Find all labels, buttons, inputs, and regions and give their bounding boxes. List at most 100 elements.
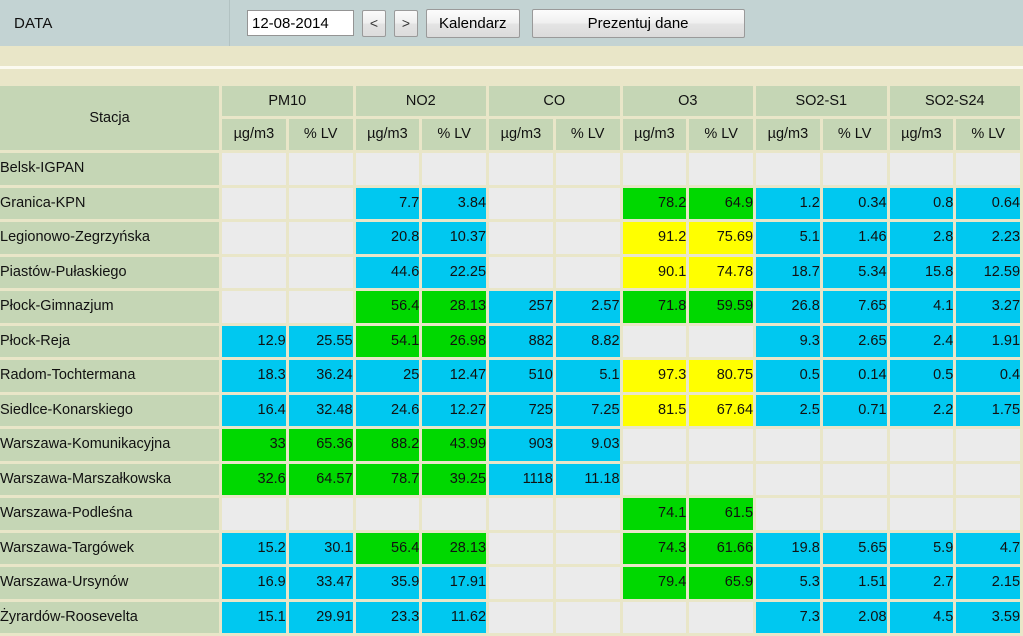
data-cell — [556, 567, 623, 602]
data-cell: 1.75 — [956, 395, 1023, 430]
data-cell — [956, 429, 1023, 464]
data-cell: 5.1 — [556, 360, 623, 395]
station-name-cell: Warszawa-Podleśna — [0, 498, 222, 533]
data-cell: 903 — [489, 429, 556, 464]
table-row: Siedlce-Konarskiego16.432.4824.612.27725… — [0, 395, 1023, 430]
data-cell — [756, 464, 823, 499]
table-row: Warszawa-Komunikacyjna3365.3688.243.9990… — [0, 429, 1023, 464]
data-cell — [890, 498, 957, 533]
data-cell: 81.5 — [623, 395, 690, 430]
data-cell: 12.47 — [422, 360, 489, 395]
data-cell: 2.4 — [890, 326, 957, 361]
data-cell: 91.2 — [623, 222, 690, 257]
station-name-cell: Belsk-IGPAN — [0, 153, 222, 188]
data-cell — [422, 153, 489, 188]
data-cell: 36.24 — [289, 360, 356, 395]
data-cell: 7.65 — [823, 291, 890, 326]
header-unit-so2s1-pct: % LV — [823, 119, 890, 153]
data-cell — [422, 498, 489, 533]
data-cell: 74.78 — [689, 257, 756, 292]
data-cell: 80.75 — [689, 360, 756, 395]
data-cell — [623, 464, 690, 499]
station-name-cell: Siedlce-Konarskiego — [0, 395, 222, 430]
table-row: Radom-Tochtermana18.336.242512.475105.19… — [0, 360, 1023, 395]
data-cell: 28.13 — [422, 291, 489, 326]
data-cell: 7.25 — [556, 395, 623, 430]
data-cell: 8.82 — [556, 326, 623, 361]
header-unit-pm10-pct: % LV — [289, 119, 356, 153]
data-cell — [556, 257, 623, 292]
data-cell: 33 — [222, 429, 289, 464]
data-cell: 78.7 — [356, 464, 423, 499]
data-cell: 61.66 — [689, 533, 756, 568]
data-cell — [222, 153, 289, 188]
data-cell: 18.3 — [222, 360, 289, 395]
header-unit-no2-pct: % LV — [422, 119, 489, 153]
table-row: Legionowo-Zegrzyńska20.810.3791.275.695.… — [0, 222, 1023, 257]
header-unit-o3-conc: µg/m3 — [623, 119, 690, 153]
data-cell: 26.98 — [422, 326, 489, 361]
data-cell: 78.2 — [623, 188, 690, 223]
data-cell: 35.9 — [356, 567, 423, 602]
data-cell: 2.2 — [890, 395, 957, 430]
data-cell: 44.6 — [356, 257, 423, 292]
data-cell: 33.47 — [289, 567, 356, 602]
header-pollutant-co: CO — [489, 86, 623, 119]
data-cell — [823, 464, 890, 499]
data-cell — [823, 498, 890, 533]
calendar-button[interactable]: Kalendarz — [426, 9, 520, 38]
data-cell: 10.37 — [422, 222, 489, 257]
data-cell — [222, 291, 289, 326]
data-cell: 67.64 — [689, 395, 756, 430]
data-cell: 22.25 — [422, 257, 489, 292]
header-pollutant-no2: NO2 — [356, 86, 490, 119]
data-cell: 20.8 — [356, 222, 423, 257]
header-pollutant-pm10: PM10 — [222, 86, 356, 119]
data-cell: 0.34 — [823, 188, 890, 223]
data-cell: 7.7 — [356, 188, 423, 223]
data-cell: 0.5 — [890, 360, 957, 395]
header-unit-no2-conc: µg/m3 — [356, 119, 423, 153]
data-cell: 9.03 — [556, 429, 623, 464]
measurements-table: Stacja PM10 NO2 CO O3 SO2-S1 SO2-S24 µg/… — [0, 86, 1023, 636]
data-cell: 2.65 — [823, 326, 890, 361]
data-cell: 0.14 — [823, 360, 890, 395]
next-day-button[interactable]: > — [394, 10, 418, 37]
data-cell: 79.4 — [623, 567, 690, 602]
data-cell: 88.2 — [356, 429, 423, 464]
date-input[interactable] — [247, 10, 354, 36]
data-cell: 0.8 — [890, 188, 957, 223]
data-cell: 510 — [489, 360, 556, 395]
data-cell: 65.9 — [689, 567, 756, 602]
data-cell: 17.91 — [422, 567, 489, 602]
data-cell — [689, 429, 756, 464]
data-cell: 30.1 — [289, 533, 356, 568]
data-cell — [489, 498, 556, 533]
data-cell — [289, 498, 356, 533]
data-cell: 15.2 — [222, 533, 289, 568]
data-cell — [289, 153, 356, 188]
data-cell: 1.2 — [756, 188, 823, 223]
station-name-cell: Piastów-Pułaskiego — [0, 257, 222, 292]
data-cell: 61.5 — [689, 498, 756, 533]
data-cell — [222, 498, 289, 533]
station-name-cell: Warszawa-Ursynów — [0, 567, 222, 602]
data-cell — [489, 188, 556, 223]
data-cell — [489, 153, 556, 188]
data-cell: 5.1 — [756, 222, 823, 257]
station-name-cell: Warszawa-Komunikacyjna — [0, 429, 222, 464]
toolbar-spacer-bottom — [0, 69, 1023, 86]
data-cell — [289, 188, 356, 223]
station-name-cell: Płock-Gimnazjum — [0, 291, 222, 326]
data-cell — [222, 257, 289, 292]
data-cell: 56.4 — [356, 533, 423, 568]
data-cell: 65.36 — [289, 429, 356, 464]
data-cell — [289, 257, 356, 292]
header-pollutant-o3: O3 — [623, 86, 757, 119]
table-row: Warszawa-Ursynów16.933.4735.917.9179.465… — [0, 567, 1023, 602]
data-cell — [356, 498, 423, 533]
data-cell: 2.7 — [890, 567, 957, 602]
prev-day-button[interactable]: < — [362, 10, 386, 37]
present-data-button[interactable]: Prezentuj dane — [532, 9, 745, 38]
data-cell: 5.3 — [756, 567, 823, 602]
